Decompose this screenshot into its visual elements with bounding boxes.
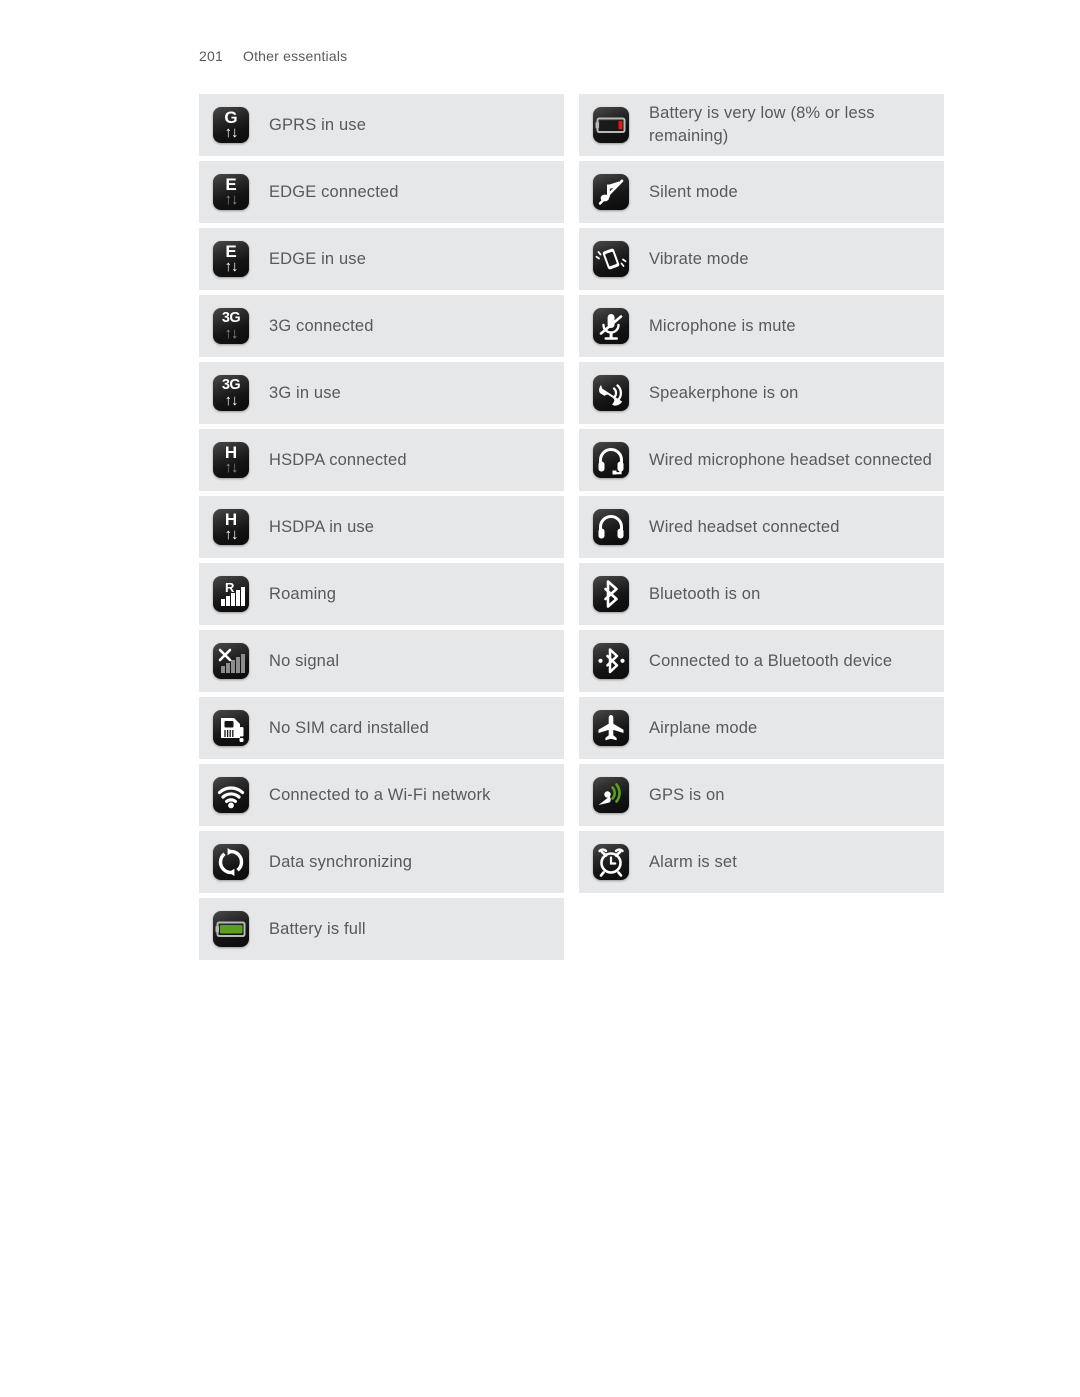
status-icon-row: G ↑↓ GPRS in use — [199, 94, 564, 156]
status-icon-label: Battery is very low (8% or less remainin… — [649, 104, 875, 145]
wired-headset-icon — [593, 509, 629, 545]
bluetooth-connected-icon — [593, 643, 629, 679]
status-icon-row: Silent mode — [579, 161, 944, 223]
airplane-mode-icon — [593, 710, 629, 746]
speakerphone-on-icon — [593, 375, 629, 411]
status-icon-table: G ↑↓ GPRS in use E ↑↓ EDGE connected E ↑↓ EDGE i… — [199, 94, 959, 960]
hsdpa-in-use-icon: H ↑↓ — [213, 509, 249, 545]
no-sim-card-icon — [213, 710, 249, 746]
alarm-set-icon — [593, 844, 629, 880]
status-icon-label: GPRS in use — [269, 115, 367, 134]
no-signal-icon — [213, 643, 249, 679]
edge-in-use-icon: E ↑↓ — [213, 241, 249, 277]
status-icon-row: 3G ↑↓ 3G in use — [199, 362, 564, 424]
status-icon-label: Silent mode — [649, 182, 738, 201]
bluetooth-on-icon — [593, 576, 629, 612]
silent-mode-icon — [593, 174, 629, 210]
status-icon-label: Wired microphone headset connected — [649, 450, 933, 469]
roaming-icon: R — [213, 576, 249, 612]
battery-very-low-icon — [593, 107, 629, 143]
wifi-connected-icon — [213, 777, 249, 813]
wired-mic-headset-icon — [593, 442, 629, 478]
section-title: Other essentials — [243, 48, 348, 64]
3g-in-use-icon: 3G ↑↓ — [213, 375, 249, 411]
status-icon-label: EDGE connected — [269, 182, 399, 201]
status-icon-label: No signal — [269, 651, 340, 670]
status-icon-label: HSDPA connected — [269, 450, 407, 469]
status-icon-row: Airplane mode — [579, 697, 944, 759]
status-icon-row: E ↑↓ EDGE in use — [199, 228, 564, 290]
status-icon-row: No signal — [199, 630, 564, 692]
hsdpa-connected-icon: H ↑↓ — [213, 442, 249, 478]
status-icon-row: Connected to a Bluetooth device — [579, 630, 944, 692]
status-icon-label: Microphone is mute — [649, 316, 796, 335]
status-icon-label: 3G in use — [269, 383, 341, 402]
status-icon-row: R Roaming — [199, 563, 564, 625]
battery-full-icon — [213, 911, 249, 947]
status-icon-row: E ↑↓ EDGE connected — [199, 161, 564, 223]
vibrate-mode-icon — [593, 241, 629, 277]
status-icon-label: EDGE in use — [269, 249, 367, 268]
status-icon-row: H ↑↓ HSDPA in use — [199, 496, 564, 558]
status-icon-row: Microphone is mute — [579, 295, 944, 357]
status-icon-label: Connected to a Wi-Fi network — [269, 785, 491, 804]
status-icon-label: 3G connected — [269, 316, 374, 335]
status-icon-row: GPS is on — [579, 764, 944, 826]
manual-page: 201 Other essentials G ↑↓ GPRS in use E ↑↓ ED… — [0, 0, 1080, 1397]
data-sync-icon — [213, 844, 249, 880]
status-icon-row: Wired microphone headset connected — [579, 429, 944, 491]
status-icon-row: Data synchronizing — [199, 831, 564, 893]
status-icon-label: Vibrate mode — [649, 249, 749, 268]
status-icon-row: H ↑↓ HSDPA connected — [199, 429, 564, 491]
status-icon-label: Alarm is set — [649, 852, 737, 871]
status-icon-label: Bluetooth is on — [649, 584, 761, 603]
status-icon-row: Vibrate mode — [579, 228, 944, 290]
edge-connected-icon: E ↑↓ — [213, 174, 249, 210]
status-icon-label: No SIM card installed — [269, 718, 429, 737]
page-header: 201 Other essentials — [199, 48, 347, 64]
status-icon-row: No SIM card installed — [199, 697, 564, 759]
page-number: 201 — [199, 48, 223, 64]
status-icon-label: Wired headset connected — [649, 517, 840, 536]
status-icon-label: Speakerphone is on — [649, 383, 799, 402]
status-icon-row: Bluetooth is on — [579, 563, 944, 625]
gprs-in-use-icon: G ↑↓ — [213, 107, 249, 143]
status-icon-label: HSDPA in use — [269, 517, 375, 536]
svg-text:R: R — [225, 580, 235, 595]
status-icon-row: Battery is very low (8% or less remainin… — [579, 94, 944, 156]
3g-connected-icon: 3G ↑↓ — [213, 308, 249, 344]
status-icon-row: Alarm is set — [579, 831, 944, 893]
status-icon-label: Roaming — [269, 584, 337, 603]
status-icon-label: Airplane mode — [649, 718, 758, 737]
status-icon-row: Speakerphone is on — [579, 362, 944, 424]
gps-on-icon — [593, 777, 629, 813]
status-icon-row: Wired headset connected — [579, 496, 944, 558]
status-icon-row: 3G ↑↓ 3G connected — [199, 295, 564, 357]
status-icon-label: Connected to a Bluetooth device — [649, 651, 893, 670]
status-icon-label: Battery is full — [269, 919, 366, 938]
right-column: Battery is very low (8% or less remainin… — [579, 94, 944, 893]
status-icon-row: Connected to a Wi-Fi network — [199, 764, 564, 826]
left-column: G ↑↓ GPRS in use E ↑↓ EDGE connected E ↑↓ EDGE i… — [199, 94, 564, 960]
status-icon-label: GPS is on — [649, 785, 725, 804]
status-icon-row: Battery is full — [199, 898, 564, 960]
status-icon-label: Data synchronizing — [269, 852, 413, 871]
microphone-mute-icon — [593, 308, 629, 344]
